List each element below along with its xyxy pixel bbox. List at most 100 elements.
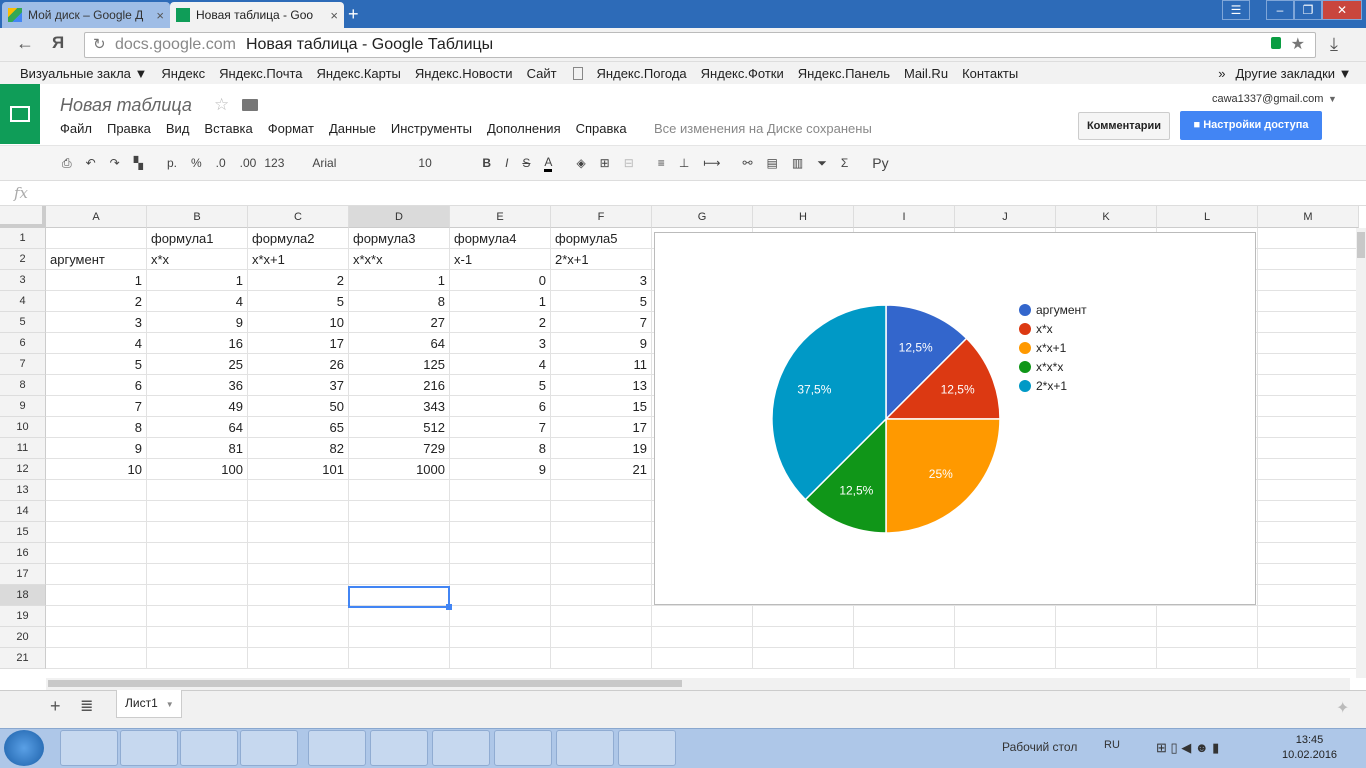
column-header-f[interactable]: F [551,206,652,228]
chevron-right-icon[interactable]: » [1218,66,1225,81]
font-size-select[interactable]: 10 [418,156,468,170]
column-header-m[interactable]: M [1258,206,1359,228]
cell[interactable] [46,564,147,585]
row-header[interactable]: 4 [0,291,46,312]
menu-format[interactable]: Формат [268,121,314,136]
cell[interactable]: 9 [147,312,248,333]
menu-insert[interactable]: Вставка [204,121,252,136]
link-icon[interactable]: ⚯ [742,156,752,170]
cell[interactable] [1258,228,1359,249]
cell[interactable]: 2 [248,270,349,291]
menu-addons[interactable]: Дополнения [487,121,561,136]
cell[interactable] [652,627,753,648]
cell[interactable] [753,606,854,627]
cell[interactable] [46,501,147,522]
comments-button[interactable]: Комментарии [1078,112,1170,140]
cell[interactable] [551,543,652,564]
row-header[interactable]: 12 [0,459,46,480]
bookmark-item[interactable]: Яндекс.Фотки [701,66,784,81]
explorer-icon[interactable] [60,730,118,766]
cell[interactable]: 1 [450,291,551,312]
cell[interactable] [1258,606,1359,627]
cell[interactable] [1258,438,1359,459]
cell[interactable] [1258,480,1359,501]
cell[interactable] [1056,648,1157,669]
cell[interactable]: 6 [46,375,147,396]
cell[interactable] [1258,417,1359,438]
cell[interactable]: 50 [248,396,349,417]
undo-icon[interactable]: ↶ [86,156,96,170]
bookmark-item[interactable]: Яндекс.Карты [317,66,401,81]
cell[interactable] [1258,270,1359,291]
cell[interactable] [1157,648,1258,669]
column-header-k[interactable]: K [1056,206,1157,228]
cell[interactable] [147,543,248,564]
row-header[interactable]: 17 [0,564,46,585]
cell[interactable] [1258,648,1359,669]
bookmark-item[interactable]: Яндекс.Новости [415,66,513,81]
cell[interactable] [450,564,551,585]
fill-handle[interactable] [446,604,452,610]
font-select[interactable]: Arial [312,156,392,170]
cell[interactable]: 49 [147,396,248,417]
cell[interactable] [1258,585,1359,606]
cell[interactable]: 7 [551,312,652,333]
cell[interactable] [349,480,450,501]
cell[interactable] [450,585,551,606]
cell[interactable] [955,606,1056,627]
cell[interactable]: 81 [147,438,248,459]
browser-tab-sheets[interactable]: Новая таблица - Goo × [170,2,344,28]
chart-icon[interactable]: ▥ [792,156,803,170]
all-sheets-icon[interactable]: ≣ [80,696,93,716]
cell[interactable] [652,606,753,627]
row-header[interactable]: 7 [0,354,46,375]
cell[interactable] [147,627,248,648]
cell[interactable] [551,480,652,501]
row-header[interactable]: 14 [0,501,46,522]
cell[interactable] [1258,249,1359,270]
cell[interactable] [46,648,147,669]
account-email[interactable]: cawa1337@gmail.com [1212,93,1323,105]
column-header-a[interactable]: A [46,206,147,228]
cell[interactable]: 26 [248,354,349,375]
align-icon[interactable]: ≡ [658,156,665,170]
input-tools-button[interactable]: Ру [872,155,888,171]
horizontal-scrollbar-thumb[interactable] [48,680,682,687]
column-header-l[interactable]: L [1157,206,1258,228]
cell[interactable] [955,627,1056,648]
chevron-down-icon[interactable]: ▼ [166,700,174,709]
comment-icon[interactable]: ▤ [767,156,778,170]
cell[interactable] [955,648,1056,669]
explore-icon[interactable]: ✦ [1336,698,1349,718]
cell[interactable] [450,480,551,501]
cell[interactable]: 1 [349,270,450,291]
cell[interactable]: 5 [248,291,349,312]
cell[interactable]: 10 [248,312,349,333]
cell[interactable]: 82 [248,438,349,459]
cell[interactable] [1258,375,1359,396]
cell[interactable] [46,606,147,627]
cell[interactable] [753,627,854,648]
sheet-tab[interactable]: Лист1 ▼ [116,690,182,718]
cell[interactable] [248,627,349,648]
cell[interactable] [551,501,652,522]
cell[interactable]: 8 [349,291,450,312]
bookmark-item[interactable]: Яндекс [161,66,205,81]
cell[interactable] [147,585,248,606]
cell[interactable] [147,564,248,585]
chevron-down-icon[interactable]: ▼ [1328,94,1337,104]
cell[interactable] [450,501,551,522]
cell[interactable] [349,543,450,564]
cell[interactable] [248,501,349,522]
cell[interactable]: 6 [450,396,551,417]
row-header[interactable]: 16 [0,543,46,564]
row-header[interactable]: 11 [0,438,46,459]
cell[interactable] [46,228,147,249]
column-header-i[interactable]: I [854,206,955,228]
bookmark-item[interactable]: Сайт [527,66,557,81]
cell[interactable]: 3 [450,333,551,354]
user-icon[interactable]: ☰ [1222,0,1250,20]
cell[interactable]: 4 [147,291,248,312]
close-icon[interactable]: × [330,8,338,23]
redo-icon[interactable]: ↷ [110,156,120,170]
